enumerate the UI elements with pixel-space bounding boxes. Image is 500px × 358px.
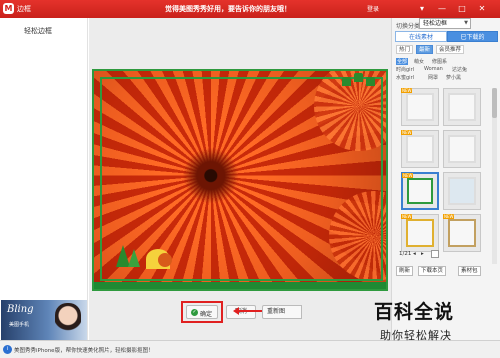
material-panel: 切换分类 轻松边框 ▼ 在线素材 已下载的 热门 最新 会员推荐 全部 萌女 修… [391, 18, 500, 340]
subtab-vip[interactable]: 会员推荐 [436, 45, 465, 54]
minimize-icon[interactable]: — [436, 3, 448, 14]
download-page-button[interactable]: 下载本页 [418, 266, 447, 276]
cancel-button[interactable]: 取消 [226, 305, 256, 319]
filter-item[interactable]: 时尚girl [396, 66, 414, 73]
tab-online-material[interactable]: 在线素材 [395, 31, 447, 42]
page-input[interactable] [431, 250, 439, 258]
redraw-button[interactable]: 重新图 [262, 305, 302, 319]
subtab-hot[interactable]: 热门 [396, 45, 414, 54]
frame-thumbnail[interactable]: NEW [401, 88, 439, 126]
pointer-arrow-head [233, 307, 239, 315]
prev-page-icon[interactable]: ◂ [413, 251, 416, 257]
frame-thumbnail[interactable]: NEW [401, 214, 439, 252]
promo-subtitle: 美图手机 [9, 322, 30, 328]
filter-item[interactable]: 全部 [396, 58, 409, 65]
photo-preview [92, 69, 388, 291]
material-tabs: 在线素材 已下载的 [395, 31, 498, 42]
frame-thumbnail[interactable]: NEW [401, 130, 439, 168]
filter-item[interactable]: 达达兔 [452, 66, 467, 73]
filter-item[interactable]: Woman [424, 66, 443, 72]
promo-banner[interactable]: Bling 美图手机 [1, 300, 87, 340]
frame-thumbnail-grid: NEW NEW NEW NEW NEW [401, 88, 495, 264]
pointer-arrow [238, 310, 262, 312]
filter-item[interactable]: 萝小黑 [446, 74, 461, 81]
category-label: 切换分类 [396, 23, 421, 30]
material-pack-button[interactable]: 素材包 [458, 266, 481, 276]
reindeer-decoration [158, 253, 172, 267]
promo-portrait-image [55, 303, 81, 339]
refresh-button[interactable]: 刷新 [396, 266, 414, 276]
confirm-button[interactable]: ✓ 确定 [186, 305, 218, 319]
title-notice: 觉得美图秀秀好用，要告诉你的朋友哦！ [165, 5, 291, 13]
chevron-down-icon: ▼ [464, 20, 468, 26]
page-indicator: 1/21 [399, 251, 412, 257]
frame-border [100, 77, 383, 281]
login-link[interactable]: 登录 [367, 4, 379, 13]
left-panel: 轻松边框 [0, 18, 88, 340]
filter-item[interactable]: 网罩 [428, 74, 438, 81]
watermark-title: 百科全说 [374, 301, 455, 323]
title-bar: M 边框 觉得美图秀秀好用，要告诉你的朋友哦！ 登录 ▾ — □ ✕ [0, 0, 500, 18]
subtab-newest[interactable]: 最新 [416, 45, 434, 54]
frame-thumbnail[interactable] [443, 88, 481, 126]
filter-item[interactable]: 萌女 [414, 58, 424, 65]
panel-title: 轻松边框 [24, 27, 52, 35]
frame-thumbnail-selected[interactable]: NEW [401, 172, 439, 210]
tab-downloaded[interactable]: 已下载的 [447, 31, 498, 42]
category-select[interactable]: 轻松边框 ▼ [419, 18, 471, 29]
frame-corner-decoration [340, 73, 380, 87]
frame-thumbnail[interactable] [443, 130, 481, 168]
tree-decoration [116, 239, 142, 271]
frame-thumbnail[interactable] [443, 172, 481, 210]
frame-bottom-strip [94, 282, 386, 289]
watermark: 百科全说 助你轻松解决 [374, 297, 500, 358]
check-icon: ✓ [191, 309, 198, 316]
confirm-label: 确定 [200, 311, 213, 318]
category-value: 轻松边框 [423, 20, 448, 27]
promo-brand: Bling [7, 304, 34, 315]
app-logo-icon: M [3, 3, 14, 14]
status-text[interactable]: 美图秀秀iPhone版，帮你快速美化照片，轻松摄影抠图！ [14, 346, 154, 354]
next-page-icon[interactable]: ▸ [421, 251, 424, 257]
maximize-icon[interactable]: □ [456, 3, 468, 14]
frame-thumbnail[interactable]: NEW [443, 214, 481, 252]
canvas-area [89, 18, 391, 340]
filter-item[interactable]: 修图系 [432, 58, 447, 65]
window-title: 边框 [17, 5, 31, 13]
close-icon[interactable]: ✕ [476, 3, 488, 14]
dropdown-icon[interactable]: ▾ [416, 3, 428, 14]
filter-item[interactable]: 水蜜girl [396, 74, 414, 81]
phone-icon: i [3, 345, 12, 354]
watermark-subtitle: 助你轻松解决 [380, 329, 452, 342]
thumbnail-scrollbar[interactable] [492, 88, 497, 264]
